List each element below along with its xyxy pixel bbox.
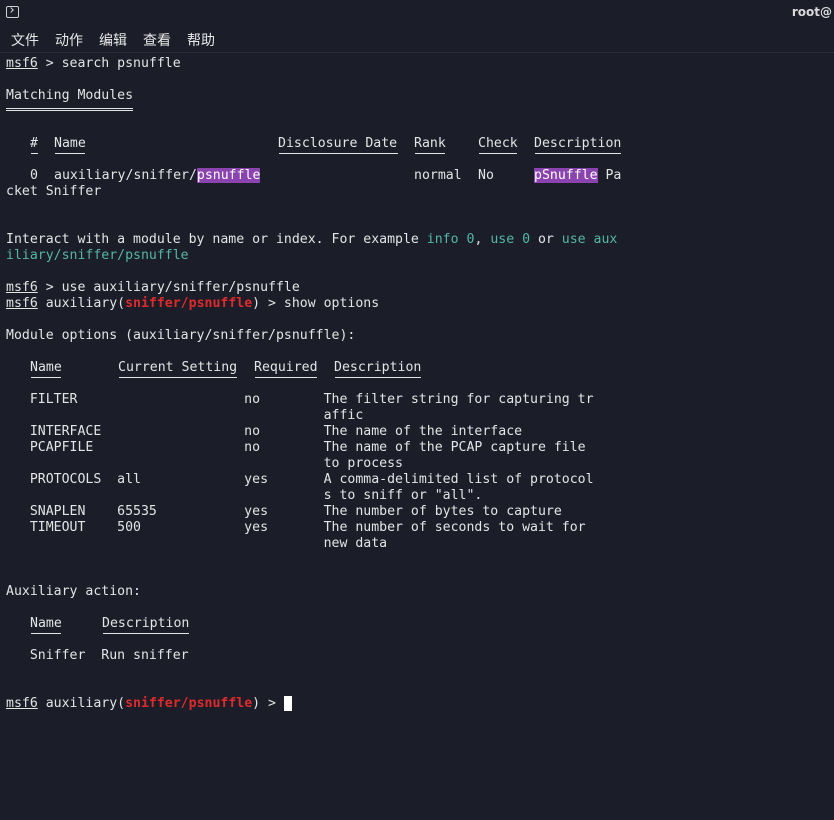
option-row: to process <box>6 456 403 471</box>
window-title: root@ <box>791 5 832 19</box>
option-row: PROTOCOLS all yes A comma-delimited list… <box>6 472 594 487</box>
prompt: msf6 <box>6 56 38 71</box>
menu-view[interactable]: 查看 <box>143 30 171 50</box>
result-rank: normal <box>414 168 462 183</box>
header-underline <box>55 153 85 154</box>
command-text: > search psnuffle <box>37 56 181 71</box>
result-module-path: auxiliary/sniffer/psnuffle <box>54 168 261 183</box>
result-description: pSnuffle Pa <box>534 168 622 183</box>
header-underline <box>31 633 61 634</box>
active-module-name: sniffer/psnuffle <box>125 296 253 311</box>
prompt: msf6 <box>6 296 38 311</box>
command-line-use: msf6 > use auxiliary/sniffer/psnuffle <box>6 280 300 296</box>
menu-action[interactable]: 动作 <box>55 30 83 50</box>
heading-underline <box>6 108 133 111</box>
matching-modules-heading: Matching Modules <box>6 88 134 103</box>
option-row: INTERFACE no The name of the interface <box>6 424 523 439</box>
command-line-show-options: msf6 auxiliary(sniffer/psnuffle) > show … <box>6 296 380 311</box>
option-row: TIMEOUT 500 yes The number of seconds to… <box>6 520 586 535</box>
hint-use-index-example: use 0 <box>490 232 531 247</box>
header-underline <box>119 377 237 378</box>
header-underline <box>415 153 445 154</box>
action-header-name: Name <box>30 616 62 631</box>
col-header-num: # <box>30 136 38 151</box>
terminal-output[interactable]: msf6 > search psnuffle Matching Modules … <box>0 56 834 820</box>
result-description-wrap: cket Sniffer <box>6 184 102 199</box>
option-row: s to sniff or "all". <box>6 488 483 503</box>
opt-header-current: Current Setting <box>118 360 238 375</box>
header-underline <box>255 377 317 378</box>
action-row: Sniffer Run sniffer <box>6 648 189 663</box>
hint-info-example: info 0 <box>426 232 475 247</box>
hint-use-name-example: use aux <box>561 232 618 247</box>
title-bar: root@ <box>0 0 834 26</box>
command-line-search: msf6 > search psnuffle <box>6 56 181 72</box>
prompt: msf6 <box>6 696 38 711</box>
opt-header-description: Description <box>334 360 422 375</box>
menu-help[interactable]: 帮助 <box>187 30 215 50</box>
active-module-name: sniffer/psnuffle <box>125 696 253 711</box>
menu-file[interactable]: 文件 <box>11 30 39 50</box>
opt-header-required: Required <box>254 360 318 375</box>
col-header-disclosure: Disclosure Date <box>278 136 398 151</box>
header-underline <box>479 153 517 154</box>
interact-hint: Interact with a module by name or index.… <box>6 232 618 247</box>
col-header-name: Name <box>54 136 86 151</box>
col-header-check: Check <box>478 136 518 151</box>
result-check: No <box>478 168 494 183</box>
header-underline <box>31 153 38 154</box>
command-text: > use auxiliary/sniffer/psnuffle <box>37 280 300 295</box>
text-cursor <box>283 696 292 711</box>
menu-bar: 文件 动作 编辑 查看 帮助 <box>0 26 834 53</box>
action-header-description: Description <box>102 616 190 631</box>
prompt: msf6 <box>6 280 38 295</box>
header-underline <box>103 633 189 634</box>
col-header-rank: Rank <box>414 136 446 151</box>
option-row: FILTER no The filter string for capturin… <box>6 392 594 407</box>
opt-header-name: Name <box>30 360 62 375</box>
header-underline <box>535 153 621 154</box>
option-row: affic <box>6 408 364 423</box>
header-underline <box>31 377 61 378</box>
result-index: 0 <box>30 168 38 183</box>
option-row: SNAPLEN 65535 yes The number of bytes to… <box>6 504 562 519</box>
col-header-description: Description <box>534 136 622 151</box>
menu-edit[interactable]: 编辑 <box>99 30 127 50</box>
terminal-icon[interactable] <box>6 6 19 18</box>
header-underline <box>335 377 421 378</box>
search-match-highlight: pSnuffle <box>534 168 598 183</box>
current-prompt-line[interactable]: msf6 auxiliary(sniffer/psnuffle) > <box>6 696 292 712</box>
auxiliary-action-heading: Auxiliary action: <box>6 584 141 599</box>
option-row: new data <box>6 536 388 551</box>
option-row: PCAPFILE no The name of the PCAP capture… <box>6 440 586 455</box>
header-underline <box>279 153 398 154</box>
module-options-heading: Module options (auxiliary/sniffer/psnuff… <box>6 328 356 343</box>
search-match-highlight: psnuffle <box>196 168 261 183</box>
interact-hint-wrap: iliary/sniffer/psnuffle <box>6 248 189 263</box>
